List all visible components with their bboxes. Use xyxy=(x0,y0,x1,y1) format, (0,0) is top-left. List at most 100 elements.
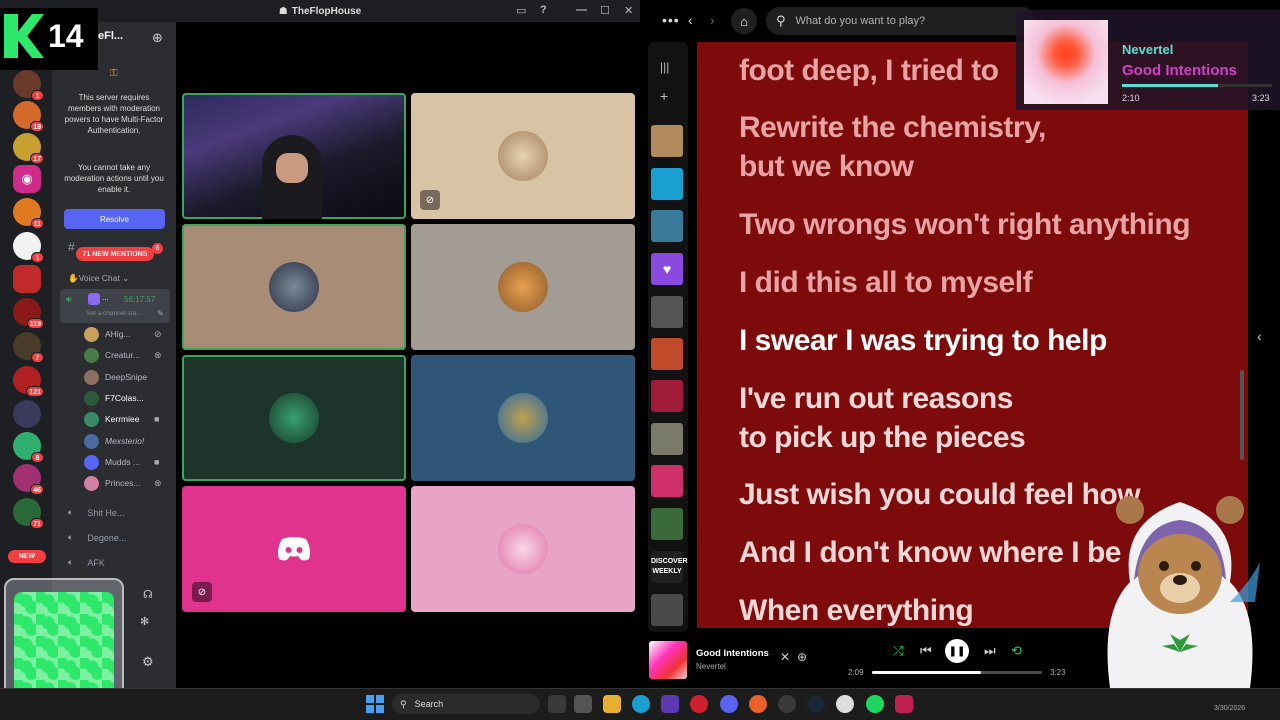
edit-pencil-icon[interactable]: ✎ xyxy=(157,309,164,318)
maximize-button[interactable]: ☐ xyxy=(600,4,610,17)
server-icon[interactable]: 11 xyxy=(13,198,44,229)
inbox-icon[interactable]: ▭ xyxy=(516,4,526,17)
file-explorer-icon[interactable] xyxy=(603,695,621,713)
close-button[interactable]: ✕ xyxy=(624,4,633,17)
liked-songs-cover[interactable]: ♥ xyxy=(651,253,683,285)
server-icon[interactable]: 17 xyxy=(13,133,44,164)
voice-member[interactable]: Mudds ... ■ xyxy=(84,453,159,471)
lyric-line[interactable]: Rewrite the chemistry, xyxy=(739,109,1046,147)
playlist-cover[interactable] xyxy=(651,465,683,497)
home-button[interactable]: ⌂ xyxy=(731,8,757,34)
settings-gear-icon[interactable]: ⚙ xyxy=(142,654,154,670)
voice-member[interactable]: Princes... ⊗ xyxy=(84,474,162,492)
hide-icon[interactable]: ✕ xyxy=(780,650,790,664)
lyric-line-current[interactable]: I swear I was trying to help xyxy=(739,322,1107,360)
lyrics-scrollbar[interactable] xyxy=(1240,370,1244,460)
obs-icon[interactable] xyxy=(836,695,854,713)
server-icon[interactable]: 119 xyxy=(13,298,44,329)
server-icon[interactable]: ◉ xyxy=(13,165,41,193)
video-tile[interactable] xyxy=(411,93,635,219)
taskbar-app-icon[interactable] xyxy=(661,695,679,713)
lyric-line[interactable]: foot deep, I tried to xyxy=(739,52,999,90)
headset-icon[interactable]: ☊ xyxy=(143,588,153,601)
progress-bar[interactable] xyxy=(872,671,1042,674)
lyric-line[interactable]: but we know xyxy=(739,148,914,186)
video-tile-webcam[interactable] xyxy=(182,93,406,219)
forward-icon[interactable]: › xyxy=(710,12,715,28)
video-tile[interactable] xyxy=(411,486,635,612)
lyric-line[interactable]: Just wish you could feel how xyxy=(739,476,1141,514)
lyric-line[interactable]: When everything xyxy=(739,592,974,628)
search-input[interactable]: ⚲ What do you want to play? xyxy=(766,7,1036,35)
playlist-cover[interactable] xyxy=(651,594,683,626)
server-icon[interactable]: 71 xyxy=(13,498,44,529)
taskbar-app-icon[interactable] xyxy=(574,695,592,713)
server-icon[interactable]: 1 xyxy=(13,70,44,101)
steam-icon[interactable] xyxy=(807,695,825,713)
playlist-cover[interactable] xyxy=(651,423,683,455)
taskbar-app-icon[interactable] xyxy=(895,695,913,713)
voice-channel[interactable]: 🔈︎ AFK xyxy=(68,557,105,568)
server-icon[interactable]: 19 xyxy=(13,101,44,132)
voice-member[interactable]: Kerrmiee ■ xyxy=(84,410,159,428)
now-playing-cover[interactable] xyxy=(649,641,687,679)
create-playlist-icon[interactable]: + xyxy=(660,88,668,104)
playlist-cover[interactable] xyxy=(651,508,683,540)
lyric-line[interactable]: to pick up the pieces xyxy=(739,419,1026,457)
playlist-cover[interactable] xyxy=(651,380,683,412)
video-tile[interactable] xyxy=(411,355,635,481)
lyric-line[interactable]: And I don't know where I be xyxy=(739,534,1121,572)
voice-channel[interactable]: 🔈︎ Degene... xyxy=(68,532,126,543)
voice-member[interactable]: Creatur... ⊗ xyxy=(84,346,162,364)
server-name[interactable]: eFl... xyxy=(98,30,123,42)
task-view-icon[interactable] xyxy=(548,695,566,713)
server-icon[interactable]: 121 xyxy=(13,366,44,397)
new-pill[interactable]: NEW xyxy=(8,550,46,563)
taskbar-search[interactable]: ⚲ Search xyxy=(392,694,540,714)
discord-taskbar-icon[interactable] xyxy=(720,695,738,713)
server-icon[interactable]: 46 xyxy=(13,464,44,495)
shuffle-icon[interactable]: ⤮ xyxy=(893,643,903,659)
server-icon[interactable]: 8 xyxy=(13,432,44,463)
voice-member[interactable]: F7Colas... xyxy=(84,389,144,407)
server-icon[interactable] xyxy=(13,400,41,428)
voice-channel[interactable]: 🔈︎ Shit He... xyxy=(68,507,124,518)
edge-icon[interactable] xyxy=(632,695,650,713)
help-icon[interactable]: ? xyxy=(540,4,547,16)
lyric-line[interactable]: I've run out reasons xyxy=(739,380,1013,418)
invite-icon[interactable]: ⊕ xyxy=(152,30,163,46)
new-mentions-pill[interactable]: 71 NEW MENTIONS xyxy=(76,247,154,261)
windows-start-icon[interactable] xyxy=(366,695,384,713)
channel-status[interactable]: Set a channel sta... xyxy=(86,310,142,317)
add-to-library-icon[interactable]: ⊕ xyxy=(797,650,807,664)
firefox-icon[interactable] xyxy=(749,695,767,713)
playlist-cover[interactable] xyxy=(651,210,683,242)
video-tile[interactable] xyxy=(182,224,406,350)
pause-button[interactable]: ❚❚ xyxy=(945,639,969,663)
now-playing-title[interactable]: Good Intentions xyxy=(696,648,769,659)
repeat-icon[interactable]: ⟲ xyxy=(1011,643,1022,659)
lyric-line[interactable]: I did this all to myself xyxy=(739,264,1033,302)
playlist-cover[interactable] xyxy=(651,338,683,370)
playlist-cover[interactable] xyxy=(651,296,683,328)
voice-member[interactable]: Mexsterio! xyxy=(84,432,144,450)
voice-member[interactable]: AHig... ⊘ xyxy=(84,325,162,343)
next-icon[interactable]: ⏭︎ xyxy=(984,643,996,659)
spotify-taskbar-icon[interactable] xyxy=(866,695,884,713)
video-tile[interactable] xyxy=(182,355,406,481)
video-tile[interactable]: ⊘ xyxy=(182,486,406,612)
video-tile[interactable] xyxy=(411,224,635,350)
server-icon[interactable]: 1 xyxy=(13,232,44,263)
taskbar-app-icon[interactable] xyxy=(778,695,796,713)
voice-member[interactable]: DeepSnipe xyxy=(84,368,147,386)
soundboard-icon[interactable]: ✻ xyxy=(140,615,149,628)
playlist-cover[interactable] xyxy=(651,168,683,200)
menu-dots-icon[interactable]: ••• xyxy=(662,12,680,28)
resolve-button[interactable]: Resolve xyxy=(64,209,165,229)
opera-icon[interactable] xyxy=(690,695,708,713)
minimize-button[interactable]: — xyxy=(576,4,587,16)
voice-category[interactable]: ✋Voice Chat ⌄ xyxy=(68,273,129,284)
now-playing-artist[interactable]: Nevertel xyxy=(696,662,726,671)
discover-weekly-cover[interactable]: DISCOVER WEEKLY xyxy=(651,551,688,583)
playlist-cover[interactable] xyxy=(651,125,683,157)
